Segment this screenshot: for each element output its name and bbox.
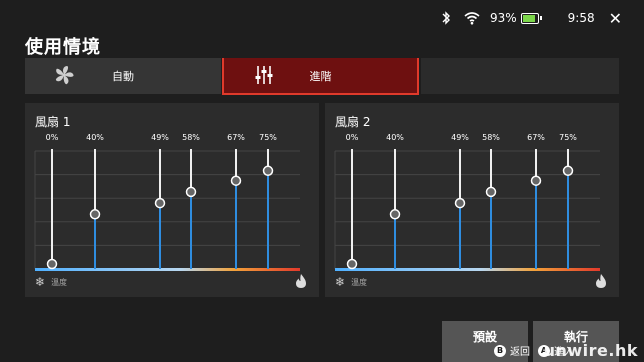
slider-handle[interactable]	[562, 165, 574, 177]
slider-label: 0%	[46, 133, 59, 142]
clock: 9:58	[567, 11, 595, 25]
b-button-icon: B	[494, 344, 506, 357]
slider-label: 49%	[151, 133, 169, 142]
battery-indicator: 93%	[490, 11, 542, 25]
status-bar: 93% 9:58 ✕	[428, 9, 622, 28]
slider-handle[interactable]	[185, 186, 197, 198]
slider-handle[interactable]	[154, 197, 166, 209]
wifi-icon	[464, 12, 480, 25]
tab-auto[interactable]: 自動	[25, 58, 221, 94]
equalizer-icon	[255, 66, 273, 84]
flame-icon	[596, 274, 606, 288]
close-icon[interactable]: ✕	[609, 9, 622, 28]
battery-percent: 93%	[489, 11, 517, 25]
slider-label: 0%	[346, 133, 359, 142]
tab-advanced[interactable]: 進階	[222, 58, 419, 95]
tab-empty	[421, 58, 619, 94]
fan2-curve[interactable]: 0% 40% 49% 58% 67% 75%	[325, 103, 619, 297]
temperature-bar	[35, 268, 300, 271]
slider-label: 49%	[451, 133, 469, 142]
fan-icon	[55, 66, 74, 85]
flame-icon	[296, 274, 306, 288]
fan1-curve[interactable]: 0% 40% 49% 58% 67% 75%	[25, 103, 319, 297]
slider-handle[interactable]	[454, 197, 466, 209]
snowflake-icon: ❄	[35, 275, 46, 289]
mode-tabs: 自動 進階	[25, 58, 619, 96]
page-title: 使用情境	[25, 37, 101, 58]
slider-label: 58%	[182, 133, 200, 142]
fan1-temp-label: 溫度	[51, 277, 68, 287]
fan2-temp-label: 溫度	[351, 277, 368, 287]
snowflake-icon: ❄	[335, 275, 346, 289]
fan2-panel: 風扇 2 0% 40% 49% 58% 67% 75% ❄ 溫度	[325, 103, 619, 297]
watermark: unwire.hk	[543, 341, 638, 360]
tab-auto-label: 自動	[112, 70, 134, 83]
battery-icon	[520, 12, 539, 24]
slider-label: 40%	[386, 133, 404, 142]
slider-handle[interactable]	[46, 258, 58, 270]
tab-advanced-label: 進階	[309, 69, 332, 83]
slider-handle[interactable]	[389, 209, 401, 220]
fan1-temp-row: ❄ 溫度	[35, 275, 67, 289]
fan1-panel: 風扇 1 0% 40% 49% 58% 67% 75% ❄ 溫度	[25, 103, 319, 297]
fan2-temp-row: ❄ 溫度	[335, 275, 367, 289]
temperature-bar	[335, 268, 600, 271]
slider-label: 67%	[527, 133, 545, 142]
slider-handle[interactable]	[89, 209, 101, 220]
slider-handle[interactable]	[262, 165, 274, 177]
slider-handle[interactable]	[530, 175, 542, 186]
slider-label: 40%	[86, 133, 104, 142]
slider-handle[interactable]	[485, 186, 497, 198]
slider-label: 75%	[559, 133, 577, 142]
slider-label: 58%	[482, 133, 500, 142]
bluetooth-icon	[442, 11, 450, 25]
slider-handle[interactable]	[346, 258, 358, 270]
slider-handle[interactable]	[230, 175, 242, 186]
back-hint: 返回	[510, 347, 530, 358]
slider-label: 75%	[259, 133, 277, 142]
slider-label: 67%	[227, 133, 245, 142]
